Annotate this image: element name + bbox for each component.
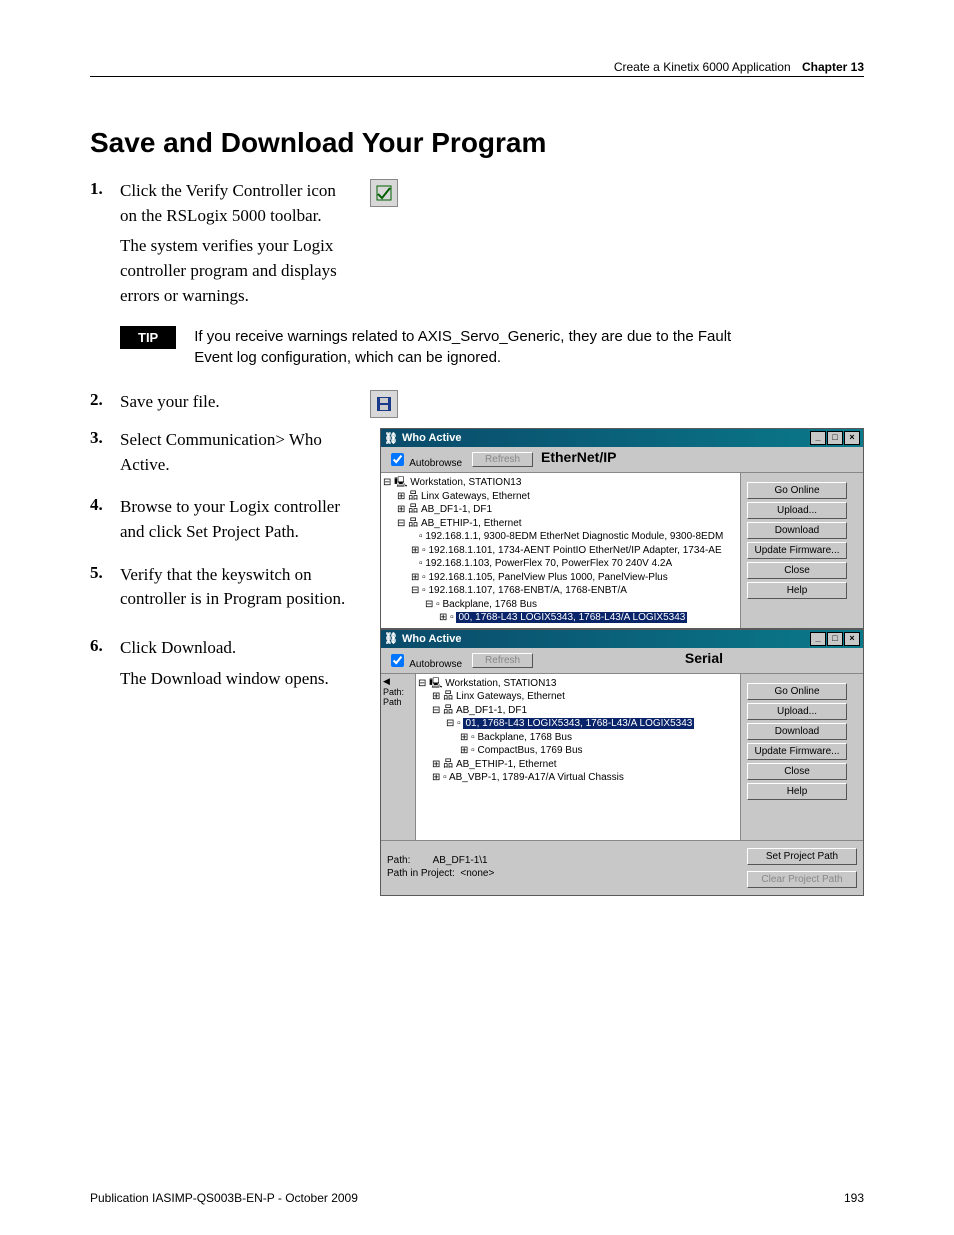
close-icon[interactable]: × bbox=[844, 632, 860, 646]
download-button[interactable]: Download bbox=[747, 723, 847, 740]
project-path-value: <none> bbox=[460, 868, 494, 879]
network-label: Serial bbox=[685, 650, 723, 666]
maximize-icon[interactable]: □ bbox=[827, 632, 843, 646]
step-number: 6. bbox=[90, 636, 120, 656]
selected-tree-item[interactable]: 00, 1768-L43 LOGIX5343, 1768-L43/A LOGIX… bbox=[456, 612, 687, 623]
page-heading: Save and Download Your Program bbox=[90, 127, 864, 159]
path-side-label: ◀Path:Path bbox=[381, 674, 416, 840]
download-button[interactable]: Download bbox=[747, 522, 847, 539]
tip-block: TIP If you receive warnings related to A… bbox=[120, 326, 864, 368]
tip-text: If you receive warnings related to AXIS_… bbox=[194, 326, 754, 368]
step-number: 3. bbox=[90, 428, 120, 448]
verify-controller-icon bbox=[370, 179, 398, 207]
step-text: Save your file. bbox=[120, 390, 350, 415]
window-controls[interactable]: _□× bbox=[809, 632, 860, 646]
window-icon: ⛓ bbox=[384, 632, 398, 645]
step-text: Select Communication> Who Active. bbox=[120, 428, 350, 477]
upload-button[interactable]: Upload... bbox=[747, 703, 847, 720]
path-bar: Path: AB_DF1-1\1 Path in Project: <none>… bbox=[381, 840, 863, 895]
button-panel: Go Online Upload... Download Update Firm… bbox=[740, 473, 863, 628]
window-title: Who Active bbox=[402, 432, 462, 444]
step-text: Browse to your Logix controller and clic… bbox=[120, 495, 350, 544]
help-button[interactable]: Help bbox=[747, 783, 847, 800]
upload-button[interactable]: Upload... bbox=[747, 502, 847, 519]
titlebar: ⛓ Who Active _□× bbox=[381, 630, 863, 648]
window-controls[interactable]: _□× bbox=[809, 431, 860, 445]
publication-id: Publication IASIMP-QS003B-EN-P - October… bbox=[90, 1191, 358, 1205]
refresh-button[interactable]: Refresh bbox=[472, 653, 533, 668]
button-panel: Go Online Upload... Download Update Firm… bbox=[740, 674, 863, 840]
network-label: EtherNet/IP bbox=[541, 449, 616, 465]
device-tree[interactable]: ⊟ 🖳 Workstation, STATION13 ⊞ 品 Linx Gate… bbox=[416, 674, 740, 840]
close-button[interactable]: Close bbox=[747, 763, 847, 780]
maximize-icon[interactable]: □ bbox=[827, 431, 843, 445]
minimize-icon[interactable]: _ bbox=[810, 632, 826, 646]
clear-project-path-button: Clear Project Path bbox=[747, 871, 857, 888]
header-title: Create a Kinetix 6000 Application bbox=[614, 60, 791, 74]
step-number: 4. bbox=[90, 495, 120, 515]
go-online-button[interactable]: Go Online bbox=[747, 482, 847, 499]
step-number: 5. bbox=[90, 563, 120, 583]
who-active-window-serial: Serial ⛓ Who Active _□× Autobrowse Refres… bbox=[380, 629, 864, 896]
step-text: Click Download. The Download window open… bbox=[120, 636, 350, 691]
step-number: 1. bbox=[90, 179, 120, 199]
device-tree[interactable]: ⊟ 🖳 Workstation, STATION13 ⊞ 品 Linx Gate… bbox=[381, 473, 740, 628]
update-firmware-button[interactable]: Update Firmware... bbox=[747, 743, 847, 760]
close-icon[interactable]: × bbox=[844, 431, 860, 445]
save-icon bbox=[370, 390, 398, 418]
step-text: Verify that the keyswitch on controller … bbox=[120, 563, 350, 612]
selected-tree-item[interactable]: 01, 1768-L43 LOGIX5343, 1768-L43/A LOGIX… bbox=[463, 718, 694, 729]
titlebar: ⛓ Who Active _□× bbox=[381, 429, 863, 447]
tip-badge: TIP bbox=[120, 326, 176, 349]
path-value: AB_DF1-1\1 bbox=[433, 855, 488, 866]
close-button[interactable]: Close bbox=[747, 562, 847, 579]
window-title: Who Active bbox=[402, 633, 462, 645]
page-number: 193 bbox=[844, 1191, 864, 1205]
refresh-button[interactable]: Refresh bbox=[472, 452, 533, 467]
page-header: Create a Kinetix 6000 Application Chapte… bbox=[90, 60, 864, 77]
window-icon: ⛓ bbox=[384, 432, 398, 445]
update-firmware-button[interactable]: Update Firmware... bbox=[747, 542, 847, 559]
go-online-button[interactable]: Go Online bbox=[747, 683, 847, 700]
step-text: Click the Verify Controller icon on the … bbox=[120, 179, 350, 308]
autobrowse-checkbox[interactable]: Autobrowse bbox=[387, 450, 462, 469]
help-button[interactable]: Help bbox=[747, 582, 847, 599]
autobrowse-checkbox[interactable]: Autobrowse bbox=[387, 651, 462, 670]
page-footer: Publication IASIMP-QS003B-EN-P - October… bbox=[90, 1191, 864, 1205]
set-project-path-button[interactable]: Set Project Path bbox=[747, 848, 857, 865]
chapter-label: Chapter 13 bbox=[802, 60, 864, 74]
step-number: 2. bbox=[90, 390, 120, 410]
minimize-icon[interactable]: _ bbox=[810, 431, 826, 445]
who-active-window-ethernet: EtherNet/IP ⛓ Who Active _□× Autobrowse R… bbox=[380, 428, 864, 629]
